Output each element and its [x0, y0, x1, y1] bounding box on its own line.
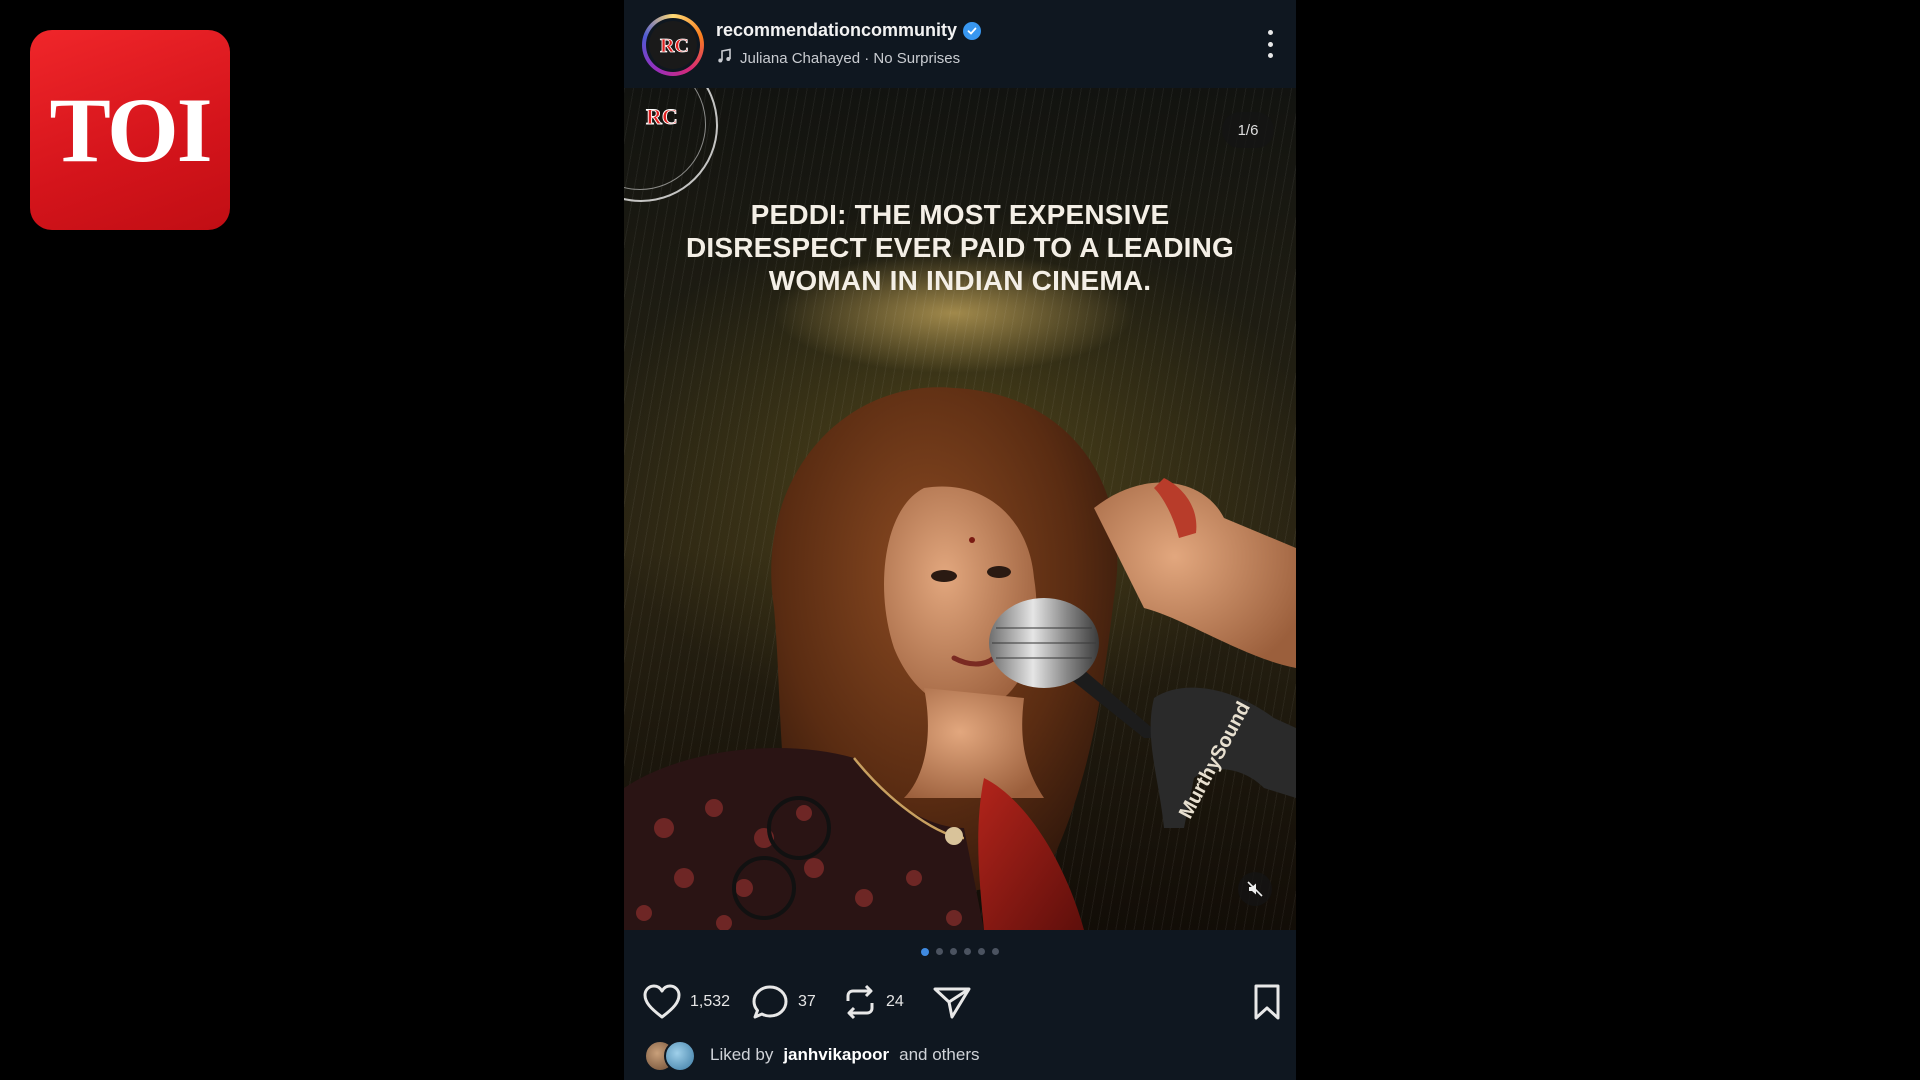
liked-by-user[interactable]: janhvikapoor [783, 1045, 889, 1065]
music-track: Juliana Chahayed · No Surprises [740, 49, 961, 67]
rc-watermark-icon: RC [646, 104, 679, 130]
carousel-indicator [624, 948, 1296, 956]
carousel-dot [921, 948, 929, 956]
repost-icon [846, 984, 874, 1020]
headline-line: DISRESPECT EVER PAID TO A LEADING [685, 232, 1234, 263]
save-button[interactable] [1252, 980, 1282, 1024]
post-headline: PEDDI: THE MOST EXPENSIVE DISRESPECT EVE… [654, 198, 1266, 297]
send-icon [933, 987, 971, 1019]
repost-button[interactable]: 24 [842, 980, 904, 1024]
music-info[interactable]: Juliana Chahayed · No Surprises [716, 48, 960, 68]
carousel-dot [950, 948, 957, 955]
carousel-dot [978, 948, 985, 955]
music-note-icon [716, 48, 732, 68]
svg-text:RC: RC [646, 104, 678, 129]
comment-count: 37 [798, 993, 816, 1010]
action-bar: 1,532 37 24 [642, 980, 1282, 1024]
liked-by[interactable]: Liked by janhvikapoor and others [644, 1040, 980, 1072]
profile-avatar[interactable]: RC [642, 14, 704, 76]
like-count: 1,532 [690, 993, 731, 1010]
svg-text:RC: RC [660, 35, 688, 57]
toi-logo: TOI [30, 30, 230, 230]
post-header: RC recommendationcommunity Juliana Chaha… [624, 0, 1296, 88]
headline-line: PEDDI: THE MOST EXPENSIVE [750, 199, 1170, 230]
heart-icon [643, 984, 681, 1019]
like-button[interactable]: 1,532 [642, 980, 730, 1024]
comment-icon [752, 985, 788, 1019]
repost-count: 24 [886, 993, 904, 1010]
liked-by-avatars [644, 1040, 700, 1072]
liked-by-prefix: Liked by [710, 1045, 774, 1064]
more-options-icon[interactable] [1266, 30, 1274, 58]
slide-counter: 1/6 [1222, 112, 1274, 148]
share-button[interactable] [932, 980, 972, 1024]
carousel-dot [936, 948, 943, 955]
comment-button[interactable]: 37 [750, 980, 816, 1024]
liked-by-suffix: and others [899, 1045, 980, 1064]
rc-logo-icon: RC [649, 21, 697, 69]
headline-line: WOMAN IN INDIAN CINEMA. [768, 265, 1152, 296]
carousel-dot [964, 948, 971, 955]
verified-badge-icon [963, 21, 982, 40]
avatar [664, 1040, 696, 1072]
carousel-dot [992, 948, 999, 955]
mic-brand-label: MurthySound [1175, 698, 1255, 822]
username[interactable]: recommendationcommunity [716, 20, 957, 41]
bookmark-icon [1254, 984, 1280, 1020]
